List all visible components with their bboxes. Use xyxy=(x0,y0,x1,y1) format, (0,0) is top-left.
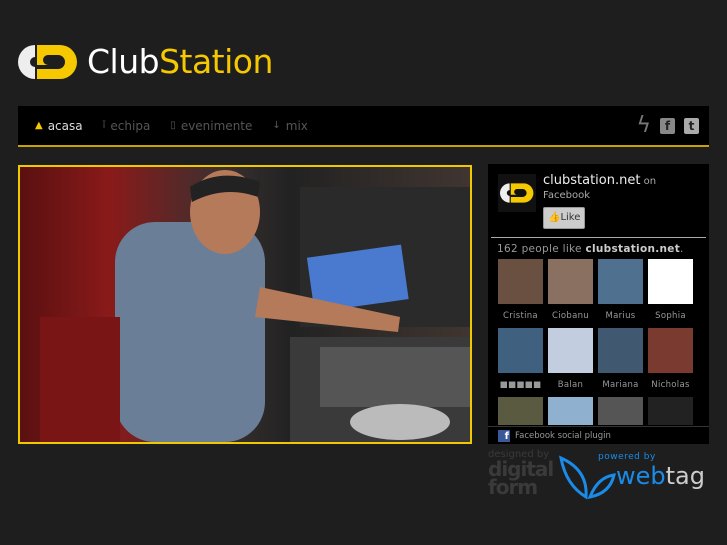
count-page: clubstation.net xyxy=(585,243,681,255)
main-nav: ▲ acasa ǐ echipa ▯ evenimente ↓ mix ϟ f t xyxy=(18,106,709,147)
count-text: 162 people like xyxy=(497,243,582,255)
nav-acasa[interactable]: ▲ acasa xyxy=(35,119,83,133)
plugin-label: Facebook social plugin xyxy=(515,430,611,441)
friend-item[interactable]: Sophia xyxy=(648,259,693,328)
friend-name[interactable]: Mariana xyxy=(598,380,643,390)
nav-mix[interactable]: ↓ mix xyxy=(272,119,308,133)
facebook-text: Facebook xyxy=(543,190,590,201)
friend-item[interactable]: ■■■■■ xyxy=(498,328,543,397)
webtag-logo[interactable]: webtag xyxy=(616,462,705,490)
friend-avatar[interactable] xyxy=(648,259,693,304)
friend-item[interactable]: Balan xyxy=(548,328,593,397)
download-icon: ↓ xyxy=(272,120,281,131)
page-name-link[interactable]: clubstation.net xyxy=(543,173,640,188)
brand-club: Club xyxy=(87,42,160,81)
logo-icon xyxy=(18,44,77,79)
brand-station: Station xyxy=(159,42,273,81)
friend-avatar[interactable] xyxy=(648,328,693,373)
like-count: 162 people like clubstation.net. xyxy=(488,238,709,260)
friend-avatar[interactable] xyxy=(598,328,643,373)
friend-item[interactable]: Ciobanu xyxy=(548,259,593,328)
logo[interactable]: ClubStation xyxy=(18,42,273,81)
friend-avatar[interactable] xyxy=(548,397,593,425)
credits: designed by digital form powered by webta… xyxy=(488,450,709,500)
logo-icon xyxy=(500,183,534,203)
thumbs-up-icon: 👍 xyxy=(548,212,561,223)
page-avatar[interactable] xyxy=(498,174,536,212)
person-icon: ǐ xyxy=(102,120,106,131)
friend-avatar[interactable] xyxy=(598,397,643,425)
friend-name[interactable]: Balan xyxy=(548,380,593,390)
friend-avatar[interactable] xyxy=(498,397,543,425)
twitter-icon[interactable]: t xyxy=(684,118,699,134)
friend-name[interactable]: Sophia xyxy=(648,311,693,321)
friend-name[interactable]: Cristina xyxy=(498,311,543,321)
web-text: web xyxy=(616,462,666,490)
friend-item[interactable] xyxy=(498,397,543,425)
friend-name[interactable]: ■■■■■ xyxy=(498,380,543,390)
friend-item[interactable] xyxy=(648,397,693,425)
designer-logo: digital form xyxy=(488,457,554,499)
nav-label: acasa xyxy=(47,118,83,133)
friend-name[interactable]: Nicholas xyxy=(648,380,693,390)
period: . xyxy=(680,243,684,255)
brand-name: ClubStation xyxy=(87,42,273,81)
friend-item[interactable]: Marius xyxy=(598,259,643,328)
home-icon: ▲ xyxy=(35,120,43,131)
like-label: Like xyxy=(560,212,581,223)
friend-avatar[interactable] xyxy=(548,259,593,304)
nav-label: echipa xyxy=(110,118,151,133)
nav-label: mix xyxy=(285,118,308,133)
hero-photo xyxy=(18,165,472,444)
nav-evenimente[interactable]: ▯ evenimente xyxy=(170,119,252,133)
tag-text: tag xyxy=(665,462,705,490)
friend-item[interactable]: Mariana xyxy=(598,328,643,397)
friend-name[interactable]: Ciobanu xyxy=(548,311,593,321)
friend-avatar[interactable] xyxy=(648,397,693,425)
designer-credit[interactable]: designed by digital form xyxy=(488,450,558,499)
dj-photo-image xyxy=(40,170,470,442)
friend-avatar[interactable] xyxy=(498,259,543,304)
friend-item[interactable]: Cristina xyxy=(498,259,543,328)
friend-item[interactable] xyxy=(598,397,643,425)
webtag-leaf-icon xyxy=(559,455,616,500)
facebook-like-box: clubstation.net on Facebook 👍 Like 162 pe… xyxy=(488,164,709,444)
nav-echipa[interactable]: ǐ echipa xyxy=(103,119,151,133)
friend-item[interactable] xyxy=(548,397,593,425)
friend-avatar[interactable] xyxy=(498,328,543,373)
facebook-icon[interactable]: f xyxy=(660,118,675,134)
nav-label: evenimente xyxy=(180,118,253,133)
friend-avatar[interactable] xyxy=(548,328,593,373)
friend-avatar[interactable] xyxy=(598,259,643,304)
facebook-icon: f xyxy=(498,429,510,442)
ticket-icon: ▯ xyxy=(170,120,176,131)
plugin-footer[interactable]: f Facebook social plugin xyxy=(488,426,709,444)
friend-name[interactable]: Marius xyxy=(598,311,643,321)
like-button[interactable]: 👍 Like xyxy=(543,207,586,229)
social-links: ϟ f t xyxy=(636,115,699,137)
bolt-icon[interactable]: ϟ xyxy=(636,115,651,137)
friends-grid: Cristina Ciobanu Marius Sophia ■■■■■ Balan Mar… xyxy=(498,259,703,425)
on-text: on xyxy=(643,176,657,187)
friend-item[interactable]: Nicholas xyxy=(648,328,693,397)
